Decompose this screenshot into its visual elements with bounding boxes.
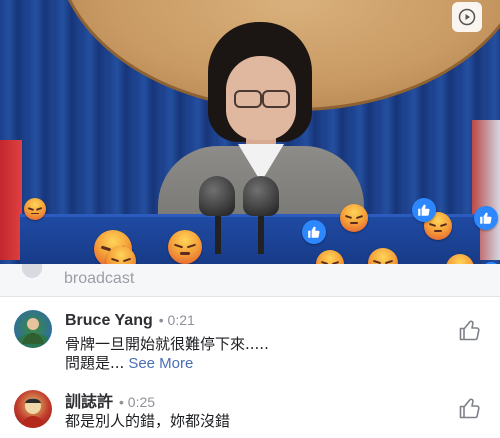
broadcast-label: broadcast <box>64 270 135 287</box>
like-reaction-icon <box>302 220 326 244</box>
avatar[interactable] <box>14 390 52 428</box>
flag-left <box>0 140 22 260</box>
like-reaction-icon <box>412 198 436 222</box>
like-reaction-icon <box>474 206 498 230</box>
comment-text-fragment: 問題是... <box>65 354 125 372</box>
author-name[interactable]: Bruce Yang <box>65 312 153 329</box>
angry-reaction-icon <box>340 204 368 232</box>
glasses-right-lens <box>262 90 290 108</box>
angry-reaction-icon <box>168 230 202 264</box>
microphone-stem <box>215 210 221 254</box>
angry-reaction-icon <box>24 198 46 220</box>
see-more-link[interactable]: See More <box>128 355 193 372</box>
comment-author[interactable]: 訓誌許 • 0:25 <box>65 388 155 412</box>
comment-text: 都是別人的錯，妳都沒錯 <box>65 412 231 430</box>
microphone-stem <box>258 210 264 254</box>
comment-author[interactable]: Bruce Yang • 0:21 <box>65 312 195 330</box>
play-badge-icon[interactable] <box>452 2 482 32</box>
live-video[interactable] <box>0 0 500 264</box>
comment-item: Bruce Yang • 0:21 骨牌一旦開始就很難停下來..... 問題是..… <box>0 304 500 372</box>
comment-item: 訓誌許 • 0:25 都是別人的錯，妳都沒錯 <box>0 386 500 438</box>
author-name[interactable]: 訓誌許 <box>65 394 113 411</box>
comment-timestamp: • 0:21 <box>158 312 195 328</box>
microphone <box>199 176 235 216</box>
broadcast-row: broadcast <box>0 264 500 297</box>
comment-timestamp: • 0:25 <box>119 394 156 410</box>
thumbs-up-icon[interactable] <box>458 396 482 420</box>
broadcast-icon <box>22 264 42 278</box>
glasses-left-lens <box>234 90 262 108</box>
comment-text: 骨牌一旦開始就很難停下來..... <box>65 335 269 353</box>
podium <box>20 214 480 264</box>
avatar[interactable] <box>14 310 52 348</box>
comment-text-line2: 問題是... See More <box>65 352 193 373</box>
thumbs-up-icon[interactable] <box>458 318 482 342</box>
comments-panel: broadcast Bruce Yang • 0:21 骨牌一旦開始就很難停下來.… <box>0 264 500 438</box>
microphone <box>243 176 279 216</box>
